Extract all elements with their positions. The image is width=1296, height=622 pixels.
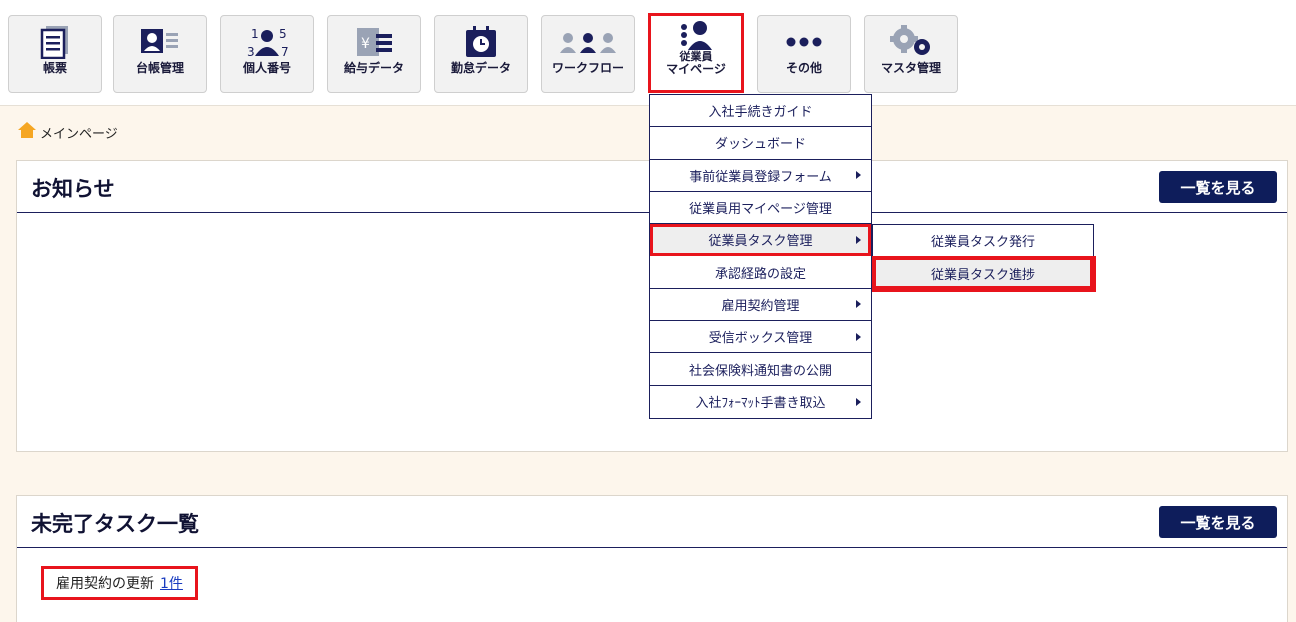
task-item-label: 雇用契約の更新 — [56, 576, 154, 592]
top-toolbar: 帳票 台帳管理 1537 個人番号 ¥ 給与データ 勤怠データ ワークフロー 従 — [0, 0, 1296, 106]
menu-item-label: 従業員タスク管理 — [708, 234, 813, 250]
toolbar-button-salary-data[interactable]: ¥ 給与データ — [327, 15, 421, 93]
svg-text:1: 1 — [251, 27, 259, 41]
employee-task-submenu: 従業員タスク発行 従業員タスク進捗 — [872, 224, 1094, 290]
svg-text:¥: ¥ — [361, 36, 370, 52]
toolbar-label: 個人番号 — [242, 61, 291, 75]
svg-text:3: 3 — [247, 45, 255, 58]
attendance-clock-icon — [464, 22, 498, 62]
toolbar-label: 台帳管理 — [135, 61, 184, 75]
caret-right-icon — [856, 235, 861, 244]
tasks-view-all-button[interactable]: 一覧を見る — [1159, 506, 1277, 538]
menu-item-label: 従業員タスク発行 — [930, 235, 1035, 250]
caret-right-icon — [856, 332, 861, 341]
toolbar-label: 勤怠データ — [450, 61, 511, 75]
personal-number-icon: 1537 — [245, 22, 289, 62]
toolbar-button-master[interactable]: マスタ管理 — [864, 15, 958, 93]
notices-view-all-button[interactable]: 一覧を見る — [1159, 171, 1277, 203]
toolbar-button-ledger[interactable]: 台帳管理 — [113, 15, 207, 93]
home-icon[interactable] — [18, 122, 36, 142]
breadcrumb: メインページ — [18, 122, 118, 142]
more-dots-icon — [784, 22, 824, 62]
svg-text:7: 7 — [281, 45, 289, 58]
gears-icon — [888, 22, 934, 62]
toolbar-label: マスタ管理 — [880, 61, 941, 75]
menu-item-approval-route[interactable]: 承認経路の設定 — [650, 256, 871, 289]
toolbar-label: その他 — [785, 61, 822, 75]
menu-item-social-insurance-notice[interactable]: 社会保険料通知書の公開 — [650, 353, 871, 386]
toolbar-button-personal-number[interactable]: 1537 個人番号 — [220, 15, 314, 93]
menu-item-label: 入社ﾌｫｰﾏｯﾄ手書き取込 — [695, 396, 826, 412]
ledger-icon — [140, 22, 180, 62]
toolbar-button-attendance[interactable]: 勤怠データ — [434, 15, 528, 93]
salary-data-icon: ¥ — [354, 22, 394, 62]
toolbar-button-forms[interactable]: 帳票 — [8, 15, 102, 93]
toolbar-label: 給与データ — [343, 61, 404, 75]
task-item: 雇用契約の更新 1件 — [41, 566, 198, 600]
caret-right-icon — [856, 171, 861, 180]
tasks-panel: 未完了タスク一覧 一覧を見る 雇用契約の更新 1件 — [16, 495, 1288, 622]
tasks-header: 未完了タスク一覧 一覧を見る — [17, 496, 1287, 548]
notices-title: お知らせ — [31, 177, 115, 201]
caret-right-icon — [856, 397, 861, 406]
submenu-item-task-progress[interactable]: 従業員タスク進捗 — [873, 257, 1093, 289]
menu-item-employee-task-management[interactable]: 従業員タスク管理 — [650, 224, 871, 257]
menu-item-onboarding-guide[interactable]: 入社手続きガイド — [650, 95, 871, 128]
toolbar-button-workflow[interactable]: ワークフロー — [541, 15, 635, 93]
employee-mypage-dropdown: 入社手続きガイド ダッシュボード 事前従業員登録フォーム 従業員用マイページ管理… — [649, 94, 872, 419]
menu-item-label: 従業員タスク進捗 — [930, 267, 1035, 283]
menu-item-mypage-management[interactable]: 従業員用マイページ管理 — [650, 192, 871, 225]
menu-item-employment-contract[interactable]: 雇用契約管理 — [650, 289, 871, 322]
toolbar-label: 帳票 — [42, 61, 67, 75]
menu-item-label: 受信ボックス管理 — [708, 331, 813, 347]
menu-item-label: 事前従業員登録フォーム — [689, 169, 832, 185]
toolbar-button-other[interactable]: その他 — [757, 15, 851, 93]
menu-item-pre-registration-form[interactable]: 事前従業員登録フォーム — [650, 160, 871, 192]
caret-right-icon — [856, 300, 861, 309]
task-item-count-link[interactable]: 1件 — [160, 573, 183, 593]
menu-item-dashboard[interactable]: ダッシュボード — [650, 127, 871, 160]
menu-item-inbox-management[interactable]: 受信ボックス管理 — [650, 321, 871, 354]
breadcrumb-label[interactable]: メインページ — [40, 123, 118, 142]
toolbar-label: ワークフロー — [551, 61, 624, 75]
menu-item-handwritten-import[interactable]: 入社ﾌｫｰﾏｯﾄ手書き取込 — [650, 386, 871, 418]
document-list-icon — [40, 22, 70, 62]
toolbar-label-line2: マイページ — [666, 62, 726, 76]
menu-item-label: 入社手続きガイド — [708, 105, 813, 121]
menu-item-label: 社会保険料通知書の公開 — [688, 363, 832, 379]
workflow-people-icon — [558, 22, 618, 62]
tasks-title: 未完了タスク一覧 — [31, 512, 199, 536]
svg-text:5: 5 — [279, 27, 287, 41]
menu-item-label: 従業員用マイページ管理 — [689, 202, 832, 218]
employee-mypage-icon — [676, 20, 716, 50]
menu-item-label: 雇用契約管理 — [721, 298, 800, 314]
menu-item-label: ダッシュボード — [714, 137, 806, 153]
submenu-item-task-issue[interactable]: 従業員タスク発行 — [873, 225, 1093, 257]
menu-item-label: 承認経路の設定 — [714, 266, 806, 282]
toolbar-button-employee-mypage[interactable]: 従業員 マイページ — [648, 13, 744, 93]
